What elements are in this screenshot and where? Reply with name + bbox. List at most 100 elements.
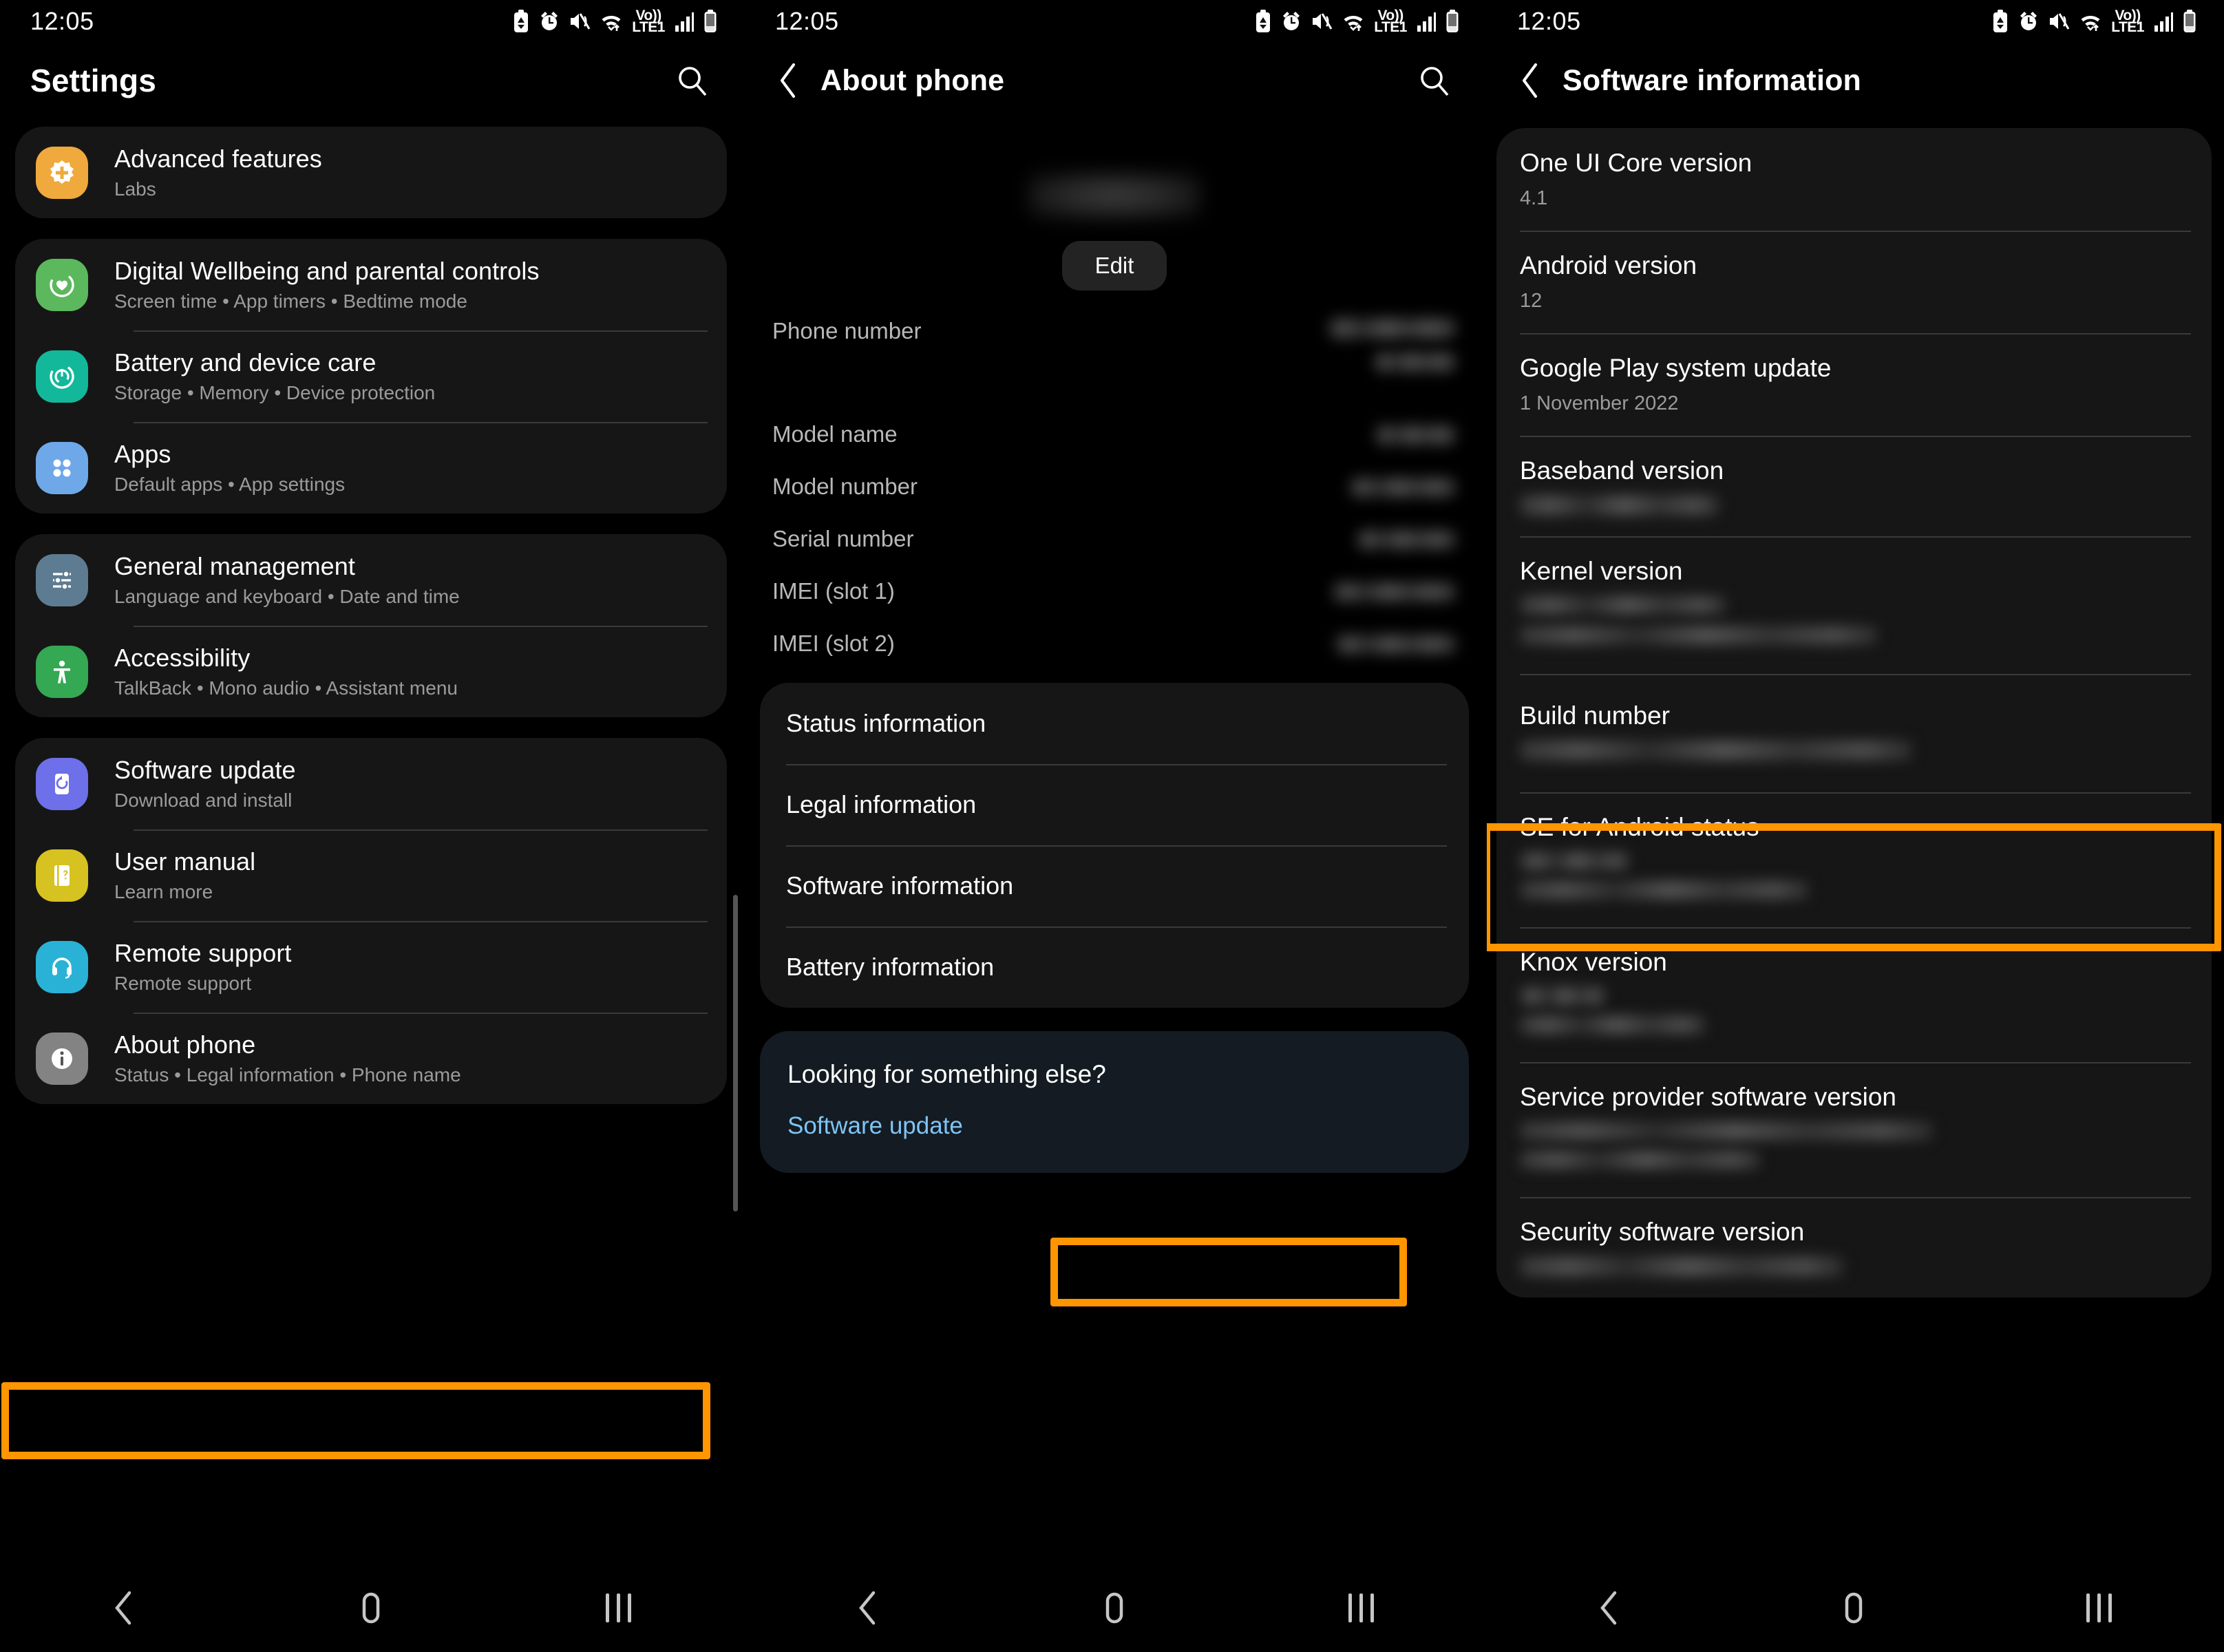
sw-label: Security software version <box>1520 1218 1805 1246</box>
settings-scroll-area[interactable]: Advanced features Labs Digital Wellbeing… <box>0 118 742 1104</box>
sw-value-redacted <box>1520 851 1630 871</box>
sw-value-redacted <box>1520 595 1726 615</box>
item-text: About phone Status • Legal information •… <box>114 1030 461 1086</box>
search-icon[interactable] <box>1410 56 1459 105</box>
item-text: Apps Default apps • App settings <box>114 440 345 496</box>
sw-row-se-for-android-status[interactable]: SE for Android status <box>1496 792 2212 927</box>
recents-icon[interactable] <box>1320 1574 1402 1642</box>
sidebar-item-apps[interactable]: Apps Default apps • App settings <box>15 422 727 513</box>
sw-label: Service provider software version <box>1520 1083 1896 1111</box>
item-subtitle: Default apps • App settings <box>114 474 346 495</box>
panel-software-information: 12:05 Vo)) LTE1 Software information One… <box>1484 0 2221 1652</box>
sw-value: 1 November 2022 <box>1520 392 1679 414</box>
info-label: Model number <box>772 474 918 499</box>
edit-button[interactable]: Edit <box>1061 241 1167 290</box>
android-nav-bar <box>745 1564 1484 1652</box>
battery-icon <box>1445 10 1459 33</box>
item-title: Advanced features <box>114 145 322 173</box>
about-phone-app-bar: About phone <box>745 43 1484 118</box>
status-icons: Vo)) LTE1 <box>512 8 717 34</box>
sw-row-build-number[interactable]: Build number <box>1496 674 2212 792</box>
sw-value-redacted-line2 <box>1520 1150 1761 1169</box>
sw-value-redacted <box>1520 740 1912 761</box>
item-title: Battery and device care <box>114 348 377 377</box>
home-icon[interactable] <box>330 1574 412 1642</box>
sw-label: Baseband version <box>1520 456 1724 485</box>
status-bar: 12:05 Vo)) LTE1 <box>745 0 1484 43</box>
sw-row-one-ui-core-version[interactable]: One UI Core version 4.1 <box>1496 128 2212 231</box>
sidebar-item-digital-wellbeing[interactable]: Digital Wellbeing and parental controls … <box>15 239 727 330</box>
edit-button-row: Edit <box>745 241 1484 290</box>
search-icon[interactable] <box>668 56 717 105</box>
software-update-icon <box>36 757 88 810</box>
digital-wellbeing-icon <box>36 258 88 311</box>
status-clock: 12:05 <box>30 7 94 35</box>
looking-else-title: Looking for something else? <box>787 1060 1106 1088</box>
wifi-icon <box>2079 10 2102 32</box>
back-icon[interactable] <box>1568 1574 1651 1642</box>
info-row-phone-number: Phone number <box>772 318 1457 401</box>
sw-value-redacted <box>1520 1121 1933 1141</box>
sw-label: Knox version <box>1520 948 1667 976</box>
software-update-link[interactable]: Software update <box>787 1112 963 1139</box>
item-subtitle: Learn more <box>114 881 213 902</box>
sidebar-item-accessibility[interactable]: Accessibility TalkBack • Mono audio • As… <box>15 626 727 717</box>
link-software-information[interactable]: Software information <box>760 845 1469 926</box>
battery-saver-icon <box>512 10 530 33</box>
page-title: About phone <box>820 63 1005 97</box>
sidebar-item-software-update[interactable]: Software update Download and install <box>15 738 727 829</box>
home-icon[interactable] <box>1812 1574 1895 1642</box>
signal-bars-icon <box>2153 10 2174 32</box>
home-icon[interactable] <box>1073 1574 1156 1642</box>
recents-icon[interactable] <box>577 1574 659 1642</box>
info-label: IMEI (slot 1) <box>772 578 895 604</box>
settings-group-4: Software update Download and install Use… <box>15 738 727 1104</box>
item-subtitle: Language and keyboard • Date and time <box>114 586 460 607</box>
recents-icon[interactable] <box>2057 1574 2140 1642</box>
alarm-icon <box>1281 10 1302 32</box>
sidebar-item-about-phone[interactable]: About phone Status • Legal information •… <box>15 1013 727 1104</box>
vertical-scrollbar[interactable] <box>733 895 738 1211</box>
sidebar-item-battery-device-care[interactable]: Battery and device care Storage • Memory… <box>15 330 727 422</box>
status-bar: 12:05 Vo)) LTE1 <box>1487 0 2221 43</box>
advanced-features-icon <box>36 146 88 199</box>
info-row-serial-number: Serial number <box>772 526 1457 558</box>
sidebar-item-remote-support[interactable]: Remote support Remote support <box>15 921 727 1013</box>
device-name-redacted <box>1028 172 1200 219</box>
sw-row-baseband-version[interactable]: Baseband version <box>1496 436 2212 536</box>
settings-app-bar: Settings <box>0 43 742 118</box>
link-status-information[interactable]: Status information <box>760 683 1469 764</box>
sw-value-redacted-line2 <box>1520 626 1878 645</box>
volte-lte1-icon: Vo)) LTE1 <box>1374 7 1407 35</box>
back-arrow-icon[interactable] <box>765 58 811 103</box>
back-icon[interactable] <box>827 1574 909 1642</box>
mute-vibrate-icon <box>569 10 591 32</box>
link-legal-information[interactable]: Legal information <box>760 764 1469 845</box>
sw-row-security-software-version[interactable]: Security software version <box>1496 1197 2212 1298</box>
sw-label: Google Play system update <box>1520 354 1832 382</box>
info-row-imei-slot-2: IMEI (slot 2) <box>772 631 1457 662</box>
link-battery-information[interactable]: Battery information <box>760 926 1469 1008</box>
sw-row-service-provider-software-version[interactable]: Service provider software version <box>1496 1062 2212 1197</box>
device-info-list: Phone number Model name Model number Ser… <box>745 318 1484 662</box>
sw-label: One UI Core version <box>1520 149 1752 177</box>
sidebar-item-advanced-features[interactable]: Advanced features Labs <box>15 127 727 218</box>
item-title: About phone <box>114 1030 256 1059</box>
status-icons: Vo)) LTE1 <box>1254 7 1459 35</box>
sw-row-google-play-system-update[interactable]: Google Play system update 1 November 202… <box>1496 333 2212 436</box>
sidebar-item-general-management[interactable]: General management Language and keyboard… <box>15 534 727 626</box>
sw-row-knox-version[interactable]: Knox version <box>1496 927 2212 1062</box>
battery-device-care-icon <box>36 350 88 403</box>
info-value-redacted <box>1357 530 1457 549</box>
alarm-icon <box>539 10 560 32</box>
back-arrow-icon[interactable] <box>1507 58 1553 103</box>
mute-vibrate-icon <box>1311 10 1333 32</box>
item-text: Accessibility TalkBack • Mono audio • As… <box>114 644 458 699</box>
signal-bars-icon <box>674 10 695 32</box>
info-value-redacted <box>1333 582 1457 602</box>
sw-row-android-version[interactable]: Android version 12 <box>1496 231 2212 333</box>
signal-bars-icon <box>1416 10 1437 32</box>
sidebar-item-user-manual[interactable]: User manual Learn more <box>15 829 727 921</box>
sw-row-kernel-version[interactable]: Kernel version <box>1496 536 2212 674</box>
back-icon[interactable] <box>83 1574 165 1642</box>
